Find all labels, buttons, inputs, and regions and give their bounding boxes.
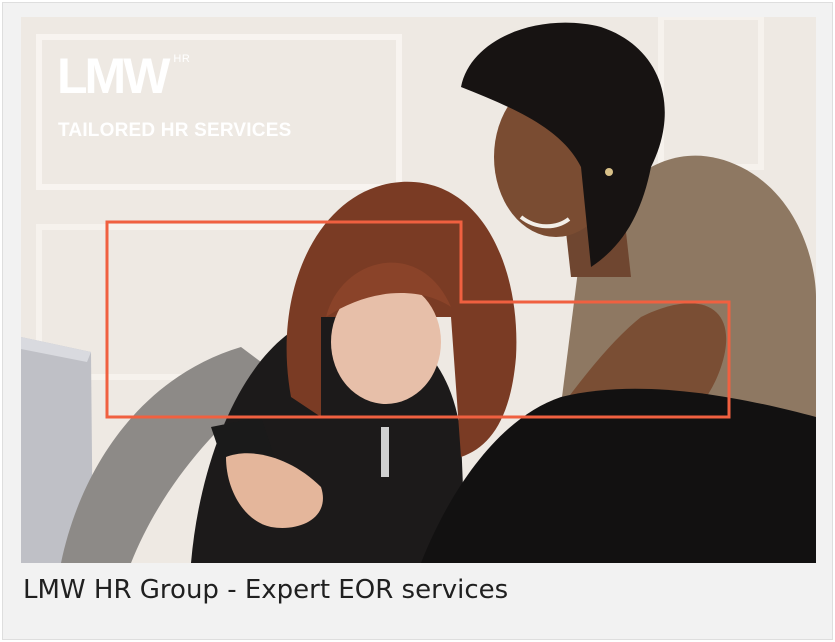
brand-logo: LMW HR — [57, 51, 190, 101]
hero-image[interactable]: LMW HR TAILORED HR SERVICES — [21, 17, 816, 563]
brand-tagline: TAILORED HR SERVICES — [58, 120, 292, 141]
link-preview-card[interactable]: LMW HR TAILORED HR SERVICES LMW HR Group… — [2, 2, 833, 640]
logo-wordmark: LMW — [57, 48, 170, 104]
card-caption[interactable]: LMW HR Group - Expert EOR services — [23, 572, 508, 608]
logo-superscript: HR — [173, 53, 191, 65]
